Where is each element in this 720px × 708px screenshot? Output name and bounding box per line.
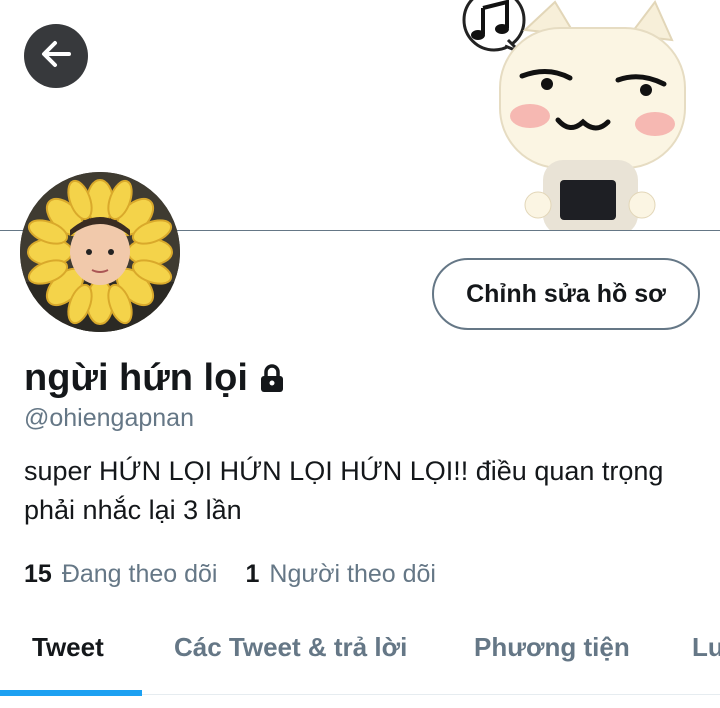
tab-likes[interactable]: Lu — [692, 610, 720, 684]
tab-tweets[interactable]: Tweet — [32, 610, 104, 684]
profile-handle: @ohiengapnan — [24, 404, 194, 432]
cat-character — [499, 0, 686, 231]
tab-tweets-and-replies[interactable]: Các Tweet & trả lời — [174, 610, 407, 684]
followers-label: Người theo dõi — [269, 560, 436, 588]
avatar[interactable] — [20, 172, 180, 332]
lock-icon — [256, 362, 288, 394]
arrow-left-icon — [39, 37, 73, 76]
avatar-image — [20, 172, 180, 332]
followers-stat[interactable]: 1 Người theo dõi — [246, 560, 436, 589]
following-label: Đang theo dõi — [61, 560, 218, 588]
followers-count: 1 — [245, 560, 260, 588]
edit-profile-button[interactable]: Chỉnh sửa hồ sơ — [432, 258, 700, 330]
following-stat[interactable]: 15 Đang theo dõi — [24, 560, 218, 589]
display-name: ngừi hứn lọi — [24, 352, 288, 404]
profile-tabs: Tweet Các Tweet & trả lời Phương tiện Lu — [0, 610, 720, 696]
back-button[interactable] — [24, 24, 88, 88]
display-name-text: ngừi hứn lọi — [24, 356, 248, 399]
profile-bio: super HỨN LỌI HỨN LỌI HỨN LỌI!! điều qua… — [24, 456, 664, 525]
follow-stats: 15 Đang theo dõi 1 Người theo dõi — [24, 560, 436, 589]
following-count: 15 — [24, 560, 52, 588]
tab-media[interactable]: Phương tiện — [474, 610, 630, 684]
active-tab-indicator — [0, 690, 142, 696]
music-note-icon — [462, 0, 526, 54]
